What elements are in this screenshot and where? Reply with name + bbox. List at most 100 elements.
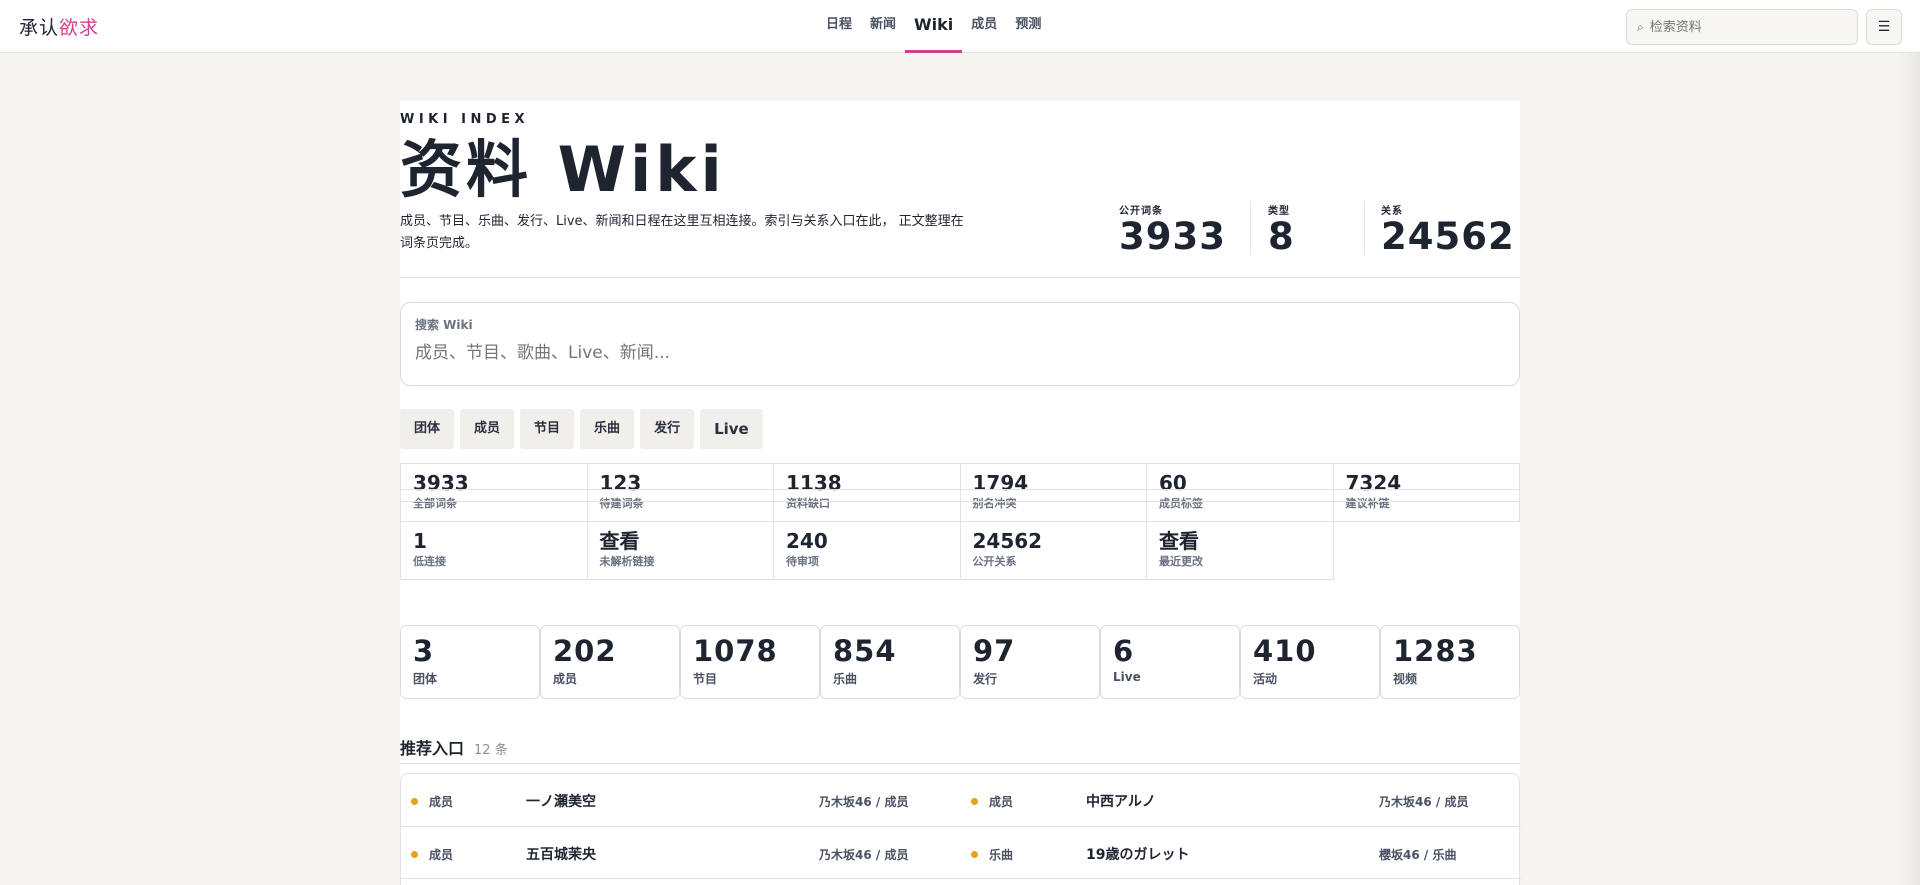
status-dot (411, 798, 418, 805)
nav-item-news[interactable]: 新闻 (861, 0, 905, 53)
hamburger-icon: ☰ (1877, 19, 1891, 35)
type-card-event[interactable]: 410 活动 (1240, 625, 1380, 699)
maint-value: 24562 (972, 529, 1043, 553)
maint-value: 1794 (972, 471, 1029, 495)
entry-path: 乃木坂46 / 成员 (1379, 795, 1469, 809)
type-label: 团体 (413, 672, 438, 686)
chip-song[interactable]: 乐曲 (580, 409, 635, 449)
nav-item-members[interactable]: 成员 (962, 0, 1006, 53)
maint-suggested-links[interactable]: 7324 建议补链 (1333, 464, 1520, 522)
logo-text-part1: 承认 (19, 17, 60, 39)
search-icon: ⌕ (1637, 19, 1644, 34)
wiki-search-label: 搜索 Wiki (415, 318, 473, 332)
divider (400, 501, 1520, 502)
maint-alias-conflicts[interactable]: 1794 别名冲突 (960, 464, 1147, 522)
type-count: 202 (553, 634, 617, 668)
type-count: 97 (973, 634, 1016, 668)
list-item[interactable]: 成员 一ノ瀬美空 乃木坂46 / 成员 (401, 774, 961, 826)
maint-public-relations[interactable]: 24562 公开关系 (960, 522, 1147, 580)
list-row: 成员 五百城茉央 乃木坂46 / 成员 乐曲 19歳のガレット 櫻坂46 / 乐… (401, 826, 1521, 878)
maint-label: 成员标签 (1159, 497, 1203, 510)
maint-value: 123 (599, 471, 642, 495)
global-search-input[interactable] (1649, 19, 1840, 35)
maint-label: 待建词条 (599, 497, 644, 510)
list-item[interactable]: 成员 中西アルノ 乃木坂46 / 成员 (961, 774, 1521, 826)
maint-data-gaps[interactable]: 1138 资料缺口 (774, 464, 961, 522)
type-count: 1078 (693, 634, 778, 668)
maint-label: 低连接 (413, 555, 446, 568)
maint-pending-review[interactable]: 240 待审项 (774, 522, 961, 580)
scroll-edge-shadow (1896, 53, 1920, 885)
recommended-header: 推荐入口 12 条 (400, 735, 508, 759)
list-item[interactable]: 成员 五百城茉央 乃木坂46 / 成员 (401, 827, 961, 879)
maint-unresolved-links[interactable]: 查看 未解析链接 (587, 522, 774, 580)
maint-all-entries[interactable]: 3933 全部词条 (401, 464, 588, 522)
wiki-search-box[interactable]: 搜索 Wiki (400, 302, 1520, 386)
entry-name[interactable]: 五百城茉央 (526, 844, 596, 864)
type-label: 乐曲 (833, 672, 858, 686)
entry-name[interactable]: 中西アルノ (1086, 791, 1156, 811)
type-card-live[interactable]: 6 Live (1100, 625, 1240, 699)
nav-item-wiki[interactable]: Wiki (905, 0, 963, 53)
type-count: 1283 (1393, 634, 1478, 668)
maint-low-connectivity[interactable]: 1 低连接 (401, 522, 588, 580)
list-row: 成员 一ノ瀬美空 乃木坂46 / 成员 成员 中西アルノ 乃木坂46 / 成员 (401, 774, 1521, 826)
type-label: 视频 (1393, 672, 1418, 686)
maintenance-grid: 3933 全部词条 123 待建词条 1138 资料缺口 1794 别名冲突 6… (400, 463, 1520, 580)
nav-item-predictions[interactable]: 预测 (1006, 0, 1050, 53)
list-row (401, 878, 1521, 885)
entry-path: 乃木坂46 / 成员 (819, 795, 909, 809)
type-card-program[interactable]: 1078 节目 (680, 625, 820, 699)
entry-name[interactable]: 19歳のガレット (1086, 844, 1189, 864)
main-nav: 日程 新闻 Wiki 成员 预测 (817, 0, 1050, 53)
nav-item-schedule[interactable]: 日程 (817, 0, 861, 53)
type-card-video[interactable]: 1283 视频 (1380, 625, 1520, 699)
logo-text-part2: 欲求 (59, 17, 100, 39)
stat-divider (1250, 201, 1251, 255)
maint-label: 未解析链接 (599, 555, 655, 568)
chip-live[interactable]: Live (700, 409, 763, 449)
maint-empty-cell (1334, 522, 1521, 580)
menu-button[interactable]: ☰ (1866, 9, 1902, 45)
stat-public-entries: 公开词条 3933 (1119, 202, 1226, 257)
chip-member[interactable]: 成员 (460, 409, 515, 449)
type-card-member[interactable]: 202 成员 (540, 625, 680, 699)
maint-label: 全部词条 (413, 497, 457, 510)
wiki-search-input[interactable] (415, 343, 1495, 363)
type-card-group[interactable]: 3 团体 (400, 625, 540, 699)
type-count: 6 (1113, 634, 1135, 668)
entry-path: 櫻坂46 / 乐曲 (1379, 848, 1457, 862)
type-label: 节目 (693, 672, 718, 686)
status-dot (971, 798, 978, 805)
type-label: Live (1113, 670, 1141, 684)
maint-value: 60 (1159, 471, 1187, 495)
maint-recent-changes[interactable]: 查看 最近更改 (1147, 522, 1334, 580)
stat-value: 24562 (1381, 215, 1515, 258)
maint-member-tags[interactable]: 60 成员标签 (1147, 464, 1334, 522)
type-card-release[interactable]: 97 发行 (960, 625, 1100, 699)
maint-value: 1138 (786, 471, 842, 495)
chip-program[interactable]: 节目 (520, 409, 575, 449)
maint-value: 3933 (413, 471, 469, 495)
type-count: 3 (413, 634, 435, 668)
maint-pending-entries[interactable]: 123 待建词条 (587, 464, 774, 522)
global-search-box[interactable]: ⌕ (1626, 9, 1858, 45)
type-count: 410 (1253, 634, 1317, 668)
top-navigation-bar: 承认欲求 日程 新闻 Wiki 成员 预测 ⌕ ☰ (0, 0, 1920, 53)
type-label: 发行 (973, 672, 998, 686)
site-logo[interactable]: 承认欲求 (19, 13, 99, 40)
type-card-song[interactable]: 854 乐曲 (820, 625, 960, 699)
entry-type: 成员 (989, 795, 1014, 809)
entry-name[interactable]: 一ノ瀬美空 (526, 791, 596, 811)
entry-type: 乐曲 (989, 848, 1014, 862)
type-label: 成员 (553, 672, 578, 686)
list-item[interactable]: 乐曲 19歳のガレット 櫻坂46 / 乐曲 (961, 827, 1521, 879)
entry-type: 成员 (429, 795, 454, 809)
maint-value: 查看 (1159, 529, 1199, 553)
stat-types: 类型 8 (1268, 202, 1295, 257)
chip-group[interactable]: 团体 (400, 409, 455, 449)
maint-label: 资料缺口 (786, 497, 830, 510)
type-count: 854 (833, 634, 897, 668)
stat-divider (1364, 201, 1365, 255)
chip-release[interactable]: 发行 (640, 409, 695, 449)
